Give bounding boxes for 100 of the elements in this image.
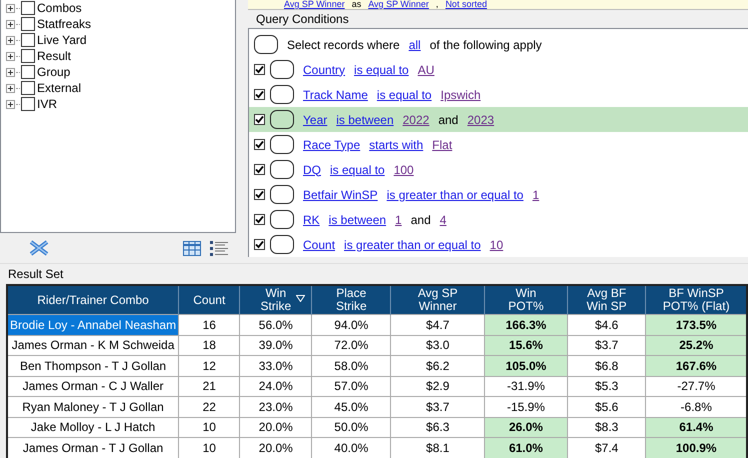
field-link[interactable]: Track Name <box>303 88 368 102</box>
expand-icon[interactable] <box>6 20 15 28</box>
octagon-button[interactable] <box>270 60 294 79</box>
table-cell: 40.0% <box>312 438 391 458</box>
table-cell: 61.4% <box>646 417 747 438</box>
checkbox[interactable] <box>21 49 35 63</box>
condition-text: and <box>438 112 458 126</box>
condition-text: Select records where <box>287 38 400 52</box>
tree-item[interactable]: Statfreaks <box>37 17 92 31</box>
value-link[interactable]: 2023 <box>467 112 494 126</box>
field-link[interactable]: is equal to <box>376 88 432 102</box>
value-link[interactable]: 4 <box>440 212 446 226</box>
condition-row[interactable]: Year is between 2022 and 2023 <box>249 107 748 132</box>
checkbox[interactable] <box>254 64 265 75</box>
value-link[interactable]: Flat <box>432 138 452 152</box>
value-link[interactable]: 1 <box>395 212 402 226</box>
column-header[interactable]: Place Strike <box>312 285 391 314</box>
column-header[interactable]: Avg SP Winner <box>390 285 485 314</box>
clear-icon[interactable] <box>28 239 50 257</box>
tree-item[interactable]: Combos <box>37 1 82 15</box>
field-link[interactable]: is greater than or equal to <box>344 238 481 252</box>
column-header[interactable]: Win Strike <box>240 285 312 314</box>
octagon-button[interactable] <box>270 235 294 254</box>
table-cell: 58.0% <box>312 356 391 376</box>
octagon-button[interactable] <box>270 210 294 229</box>
tree-item[interactable]: Result <box>37 49 72 63</box>
field-link[interactable]: all <box>408 38 421 52</box>
tree-item[interactable]: Live Yard <box>37 33 87 47</box>
octagon-button[interactable] <box>270 135 294 154</box>
field-link[interactable]: is greater than or equal to <box>386 188 524 202</box>
field-link[interactable]: Year <box>303 112 328 126</box>
field-link[interactable]: DQ <box>303 162 321 176</box>
condition-row[interactable]: Count is greater than or equal to 10 <box>249 232 748 257</box>
field-link[interactable]: Avg SP Winner <box>284 0 345 9</box>
field-link[interactable]: is equal to <box>354 62 409 76</box>
octagon-button[interactable] <box>270 110 294 129</box>
condition-text: of the following apply <box>430 38 542 52</box>
table-cell: Ben Thompson - T J Gollan <box>7 356 179 376</box>
field-link[interactable]: is between <box>328 212 386 226</box>
expand-icon[interactable] <box>6 36 15 44</box>
expand-icon[interactable] <box>6 84 15 92</box>
list-view-icon[interactable] <box>210 240 228 256</box>
value-link[interactable]: Ipswich <box>440 88 481 102</box>
checkbox[interactable] <box>254 239 265 250</box>
expand-icon[interactable] <box>6 68 15 76</box>
value-link[interactable]: 100 <box>394 162 414 176</box>
column-header[interactable]: Win POT% <box>484 285 568 314</box>
expand-icon[interactable] <box>6 100 15 108</box>
tree-item[interactable]: Group <box>37 65 70 79</box>
table-cell: 25.2% <box>646 335 747 356</box>
octagon-button[interactable] <box>270 185 294 204</box>
column-header[interactable]: Count <box>178 285 240 314</box>
checkbox[interactable] <box>254 139 265 150</box>
value-link[interactable]: 2022 <box>402 112 430 126</box>
checkbox[interactable] <box>254 114 265 125</box>
octagon-button[interactable] <box>270 160 294 179</box>
condition-row[interactable]: RK is between 1 and 4 <box>249 207 748 232</box>
field-link[interactable]: Count <box>303 238 336 252</box>
condition-row[interactable]: Race Type starts with Flat <box>249 132 748 157</box>
value-link[interactable]: 1 <box>532 188 540 202</box>
table-cell: 50.0% <box>312 417 391 438</box>
checkbox[interactable] <box>21 81 35 95</box>
field-link[interactable]: Not sorted <box>445 0 487 9</box>
field-link[interactable]: starts with <box>369 138 424 152</box>
condition-row[interactable]: Country is equal to AU <box>249 57 748 82</box>
table-cell: $8.1 <box>390 438 485 458</box>
column-header[interactable]: Rider/Trainer Combo <box>7 285 179 314</box>
checkbox[interactable] <box>254 214 265 225</box>
field-link[interactable]: is between <box>336 112 394 126</box>
octagon-button[interactable] <box>270 85 294 104</box>
expand-icon[interactable] <box>6 52 15 60</box>
tree-item[interactable]: IVR <box>37 97 58 111</box>
table-cell: 12 <box>178 356 240 376</box>
tree-item[interactable]: External <box>37 81 82 95</box>
field-link[interactable]: Avg SP Winner <box>368 0 429 9</box>
table-cell: 33.0% <box>240 356 312 376</box>
field-link[interactable]: Betfair WinSP <box>303 188 378 202</box>
condition-row[interactable]: DQ is equal to 100 <box>249 157 748 182</box>
octagon-button[interactable] <box>254 35 278 54</box>
field-link[interactable]: is equal to <box>330 162 385 176</box>
value-link[interactable]: AU <box>418 62 434 76</box>
condition-row[interactable]: Track Name is equal to Ipswich <box>249 82 748 107</box>
value-link[interactable]: 10 <box>490 238 504 252</box>
field-link[interactable]: Race Type <box>303 138 360 152</box>
condition-row[interactable]: Betfair WinSP is greater than or equal to 1 <box>249 182 748 207</box>
expand-icon[interactable] <box>6 4 15 12</box>
checkbox[interactable] <box>254 189 265 200</box>
column-header[interactable]: Avg BF Win SP <box>567 285 646 314</box>
grid-view-icon[interactable] <box>183 240 201 256</box>
checkbox[interactable] <box>254 89 265 100</box>
field-link[interactable]: RK <box>303 212 320 226</box>
checkbox[interactable] <box>21 33 35 47</box>
checkbox[interactable] <box>21 65 35 79</box>
table-cell: 105.0% <box>484 356 568 376</box>
checkbox[interactable] <box>254 164 265 175</box>
checkbox[interactable] <box>21 17 35 31</box>
checkbox[interactable] <box>21 1 35 15</box>
checkbox[interactable] <box>21 97 35 111</box>
column-header[interactable]: BF WinSP POT% (Flat) <box>646 285 747 314</box>
field-link[interactable]: Country <box>303 62 346 76</box>
